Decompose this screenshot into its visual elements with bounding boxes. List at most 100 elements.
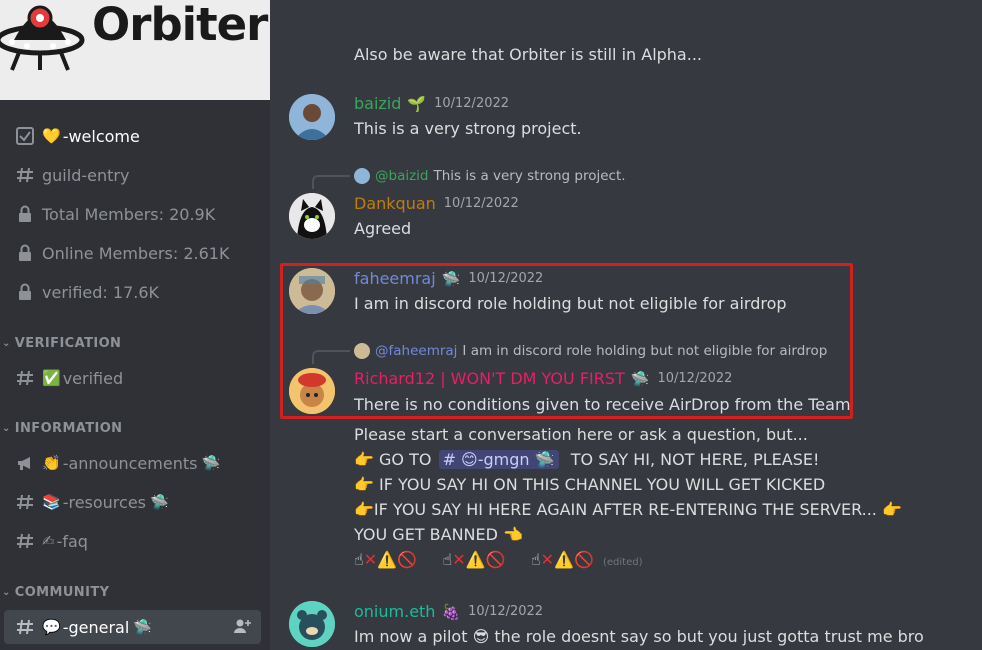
no-entry-icon: 🚫	[573, 550, 594, 569]
lock-icon	[14, 281, 36, 303]
username-row: Dankquan 10/12/2022	[354, 194, 519, 213]
reply-username: @baizid	[375, 168, 429, 184]
pointing-right-icon: 👉	[354, 450, 374, 469]
mini-avatar	[354, 168, 370, 184]
grapes-badge-icon: 🍇	[441, 602, 461, 621]
cross-mark-icon: ✕	[452, 550, 466, 569]
channel-label: Total Members: 20.9K	[42, 204, 216, 224]
speech-bubble-emoji-icon: 💬	[42, 618, 61, 636]
username[interactable]: Dankquan	[354, 194, 436, 213]
message-text: TO SAY HI, NOT HERE, PLEASE!	[570, 450, 820, 469]
message-line: YOU GET BANNED 👈	[354, 525, 523, 544]
message-line: 👉 GO TO # 😊-gmgn 🛸 TO SAY HI, NOT HERE, …	[354, 450, 819, 469]
message-text: Im now a pilot	[354, 627, 468, 646]
username[interactable]: onium.eth	[354, 602, 435, 621]
server-name: Orbiter	[92, 0, 268, 51]
timestamp: 10/12/2022	[443, 196, 519, 211]
message-line: 👉 IF YOU SAY HI ON THIS CHANNEL YOU WILL…	[354, 475, 825, 494]
server-banner[interactable]: Orbiter	[0, 0, 270, 100]
invite-member-icon[interactable]	[233, 618, 251, 638]
username-row: baizid 🌱 10/12/2022	[354, 94, 509, 113]
chevron-down-icon: ⌄	[2, 587, 11, 598]
mention-label: -gmgn	[477, 450, 530, 469]
channel-general[interactable]: 💬 -general 🛸	[4, 610, 261, 644]
writing-hand-emoji-icon: ✍	[42, 532, 55, 550]
channel-label: -welcome	[62, 126, 140, 146]
hand-up-icon: ☝	[530, 550, 541, 569]
avatar[interactable]	[289, 94, 335, 140]
channel-mention-chip[interactable]: # 😊-gmgn 🛸	[438, 450, 559, 469]
channel-emoji: 👏	[42, 454, 61, 472]
category-community[interactable]: ⌄ COMMUNITY	[0, 585, 109, 600]
timestamp: 10/12/2022	[434, 96, 510, 111]
warning-emoji-row: ☝✕⚠️🚫 ☝✕⚠️🚫 ☝✕⚠️🚫 (edited)	[354, 550, 642, 569]
username[interactable]: baizid	[354, 94, 401, 113]
books-emoji-icon: 📚	[42, 493, 61, 511]
no-entry-icon: 🚫	[485, 550, 506, 569]
megaphone-icon	[14, 452, 36, 474]
channel-welcome[interactable]: 💛 -welcome	[4, 119, 261, 153]
edited-label: (edited)	[602, 557, 643, 568]
ufo-icon: 🛸	[150, 493, 169, 511]
channel-verified-count[interactable]: verified: 17.6K	[4, 275, 261, 309]
pointing-left-icon: 👈	[503, 525, 523, 544]
lock-icon	[14, 203, 36, 225]
chevron-down-icon: ⌄	[2, 423, 11, 434]
pointing-right-icon: 👉	[881, 500, 902, 519]
avatar[interactable]	[289, 601, 335, 647]
category-verification[interactable]: ⌄ VERIFICATION	[0, 336, 121, 351]
highlight-box	[280, 263, 853, 419]
message-text: Also be aware that Orbiter is still in A…	[354, 45, 702, 64]
sprout-badge-icon: 🌱	[407, 94, 427, 113]
channel-announcements[interactable]: 👏 -announcements 🛸	[4, 446, 261, 480]
lock-icon	[14, 242, 36, 264]
channel-label: guild-entry	[42, 165, 130, 185]
channel-resources[interactable]: 📚 -resources 🛸	[4, 485, 261, 519]
warning-icon: ⚠️	[465, 550, 486, 569]
rules-checkbox-icon	[14, 125, 36, 147]
channel-label: -general	[62, 617, 130, 637]
avatar[interactable]	[289, 193, 335, 239]
category-label: COMMUNITY	[14, 585, 110, 600]
message-text: IF YOU SAY HI ON THIS CHANNEL YOU WILL G…	[379, 475, 826, 494]
message-list: Also be aware that Orbiter is still in A…	[270, 0, 982, 650]
cross-mark-icon: ✕	[540, 550, 555, 569]
channel-sidebar: Orbiter 💛 -welcome guild-entry Total Mem…	[0, 0, 270, 650]
check-mark-emoji-icon: ✅	[42, 369, 61, 387]
reply-connector	[312, 175, 350, 189]
message-text: This is a very strong project.	[354, 119, 582, 138]
channel-emoji: 💛	[42, 127, 61, 145]
message-text: IF YOU SAY HI HERE AGAIN AFTER RE-ENTERI…	[373, 500, 877, 519]
message-text: the role doesnt say so but you just gott…	[494, 627, 924, 646]
category-information[interactable]: ⌄ INFORMATION	[0, 421, 122, 436]
no-entry-icon: 🚫	[397, 550, 417, 569]
channel-online-members[interactable]: Online Members: 2.61K	[4, 236, 261, 270]
hashtag-icon	[14, 367, 36, 389]
hashtag-icon	[14, 616, 36, 638]
channel-total-members[interactable]: Total Members: 20.9K	[4, 197, 261, 231]
channel-faq[interactable]: ✍ -faq	[4, 524, 261, 558]
username-row: onium.eth 🍇 10/12/2022	[354, 602, 543, 621]
orbiter-logo-icon	[0, 5, 85, 71]
channel-label: -announcements	[62, 453, 198, 473]
message-text: Please start a conversation here or ask …	[354, 425, 808, 444]
ufo-icon: 🛸	[133, 618, 152, 636]
message-text: Agreed	[354, 219, 412, 238]
hashtag-icon	[14, 530, 36, 552]
channel-label: verified	[62, 368, 124, 388]
channel-label: -faq	[56, 531, 88, 551]
reply-preview[interactable]: @baizid This is a very strong project.	[354, 168, 626, 184]
pointing-right-icon: 👉	[354, 500, 374, 519]
warning-icon: ⚠️	[554, 550, 574, 569]
channel-label: -resources	[62, 492, 146, 512]
warning-icon: ⚠️	[377, 550, 398, 569]
message-line: Im now a pilot 😎 the role doesnt say so …	[354, 627, 924, 646]
channel-label: Online Members: 2.61K	[42, 243, 230, 263]
channel-guild-entry[interactable]: guild-entry	[4, 158, 261, 192]
reply-text: This is a very strong project.	[433, 168, 626, 184]
channel-label: verified: 17.6K	[42, 282, 160, 302]
message-line: 👉IF YOU SAY HI HERE AGAIN AFTER RE-ENTER…	[354, 500, 902, 519]
channel-verified[interactable]: ✅ verified	[4, 361, 261, 395]
hand-up-icon: ☝	[442, 550, 453, 569]
pointing-right-icon: 👉	[354, 475, 374, 494]
